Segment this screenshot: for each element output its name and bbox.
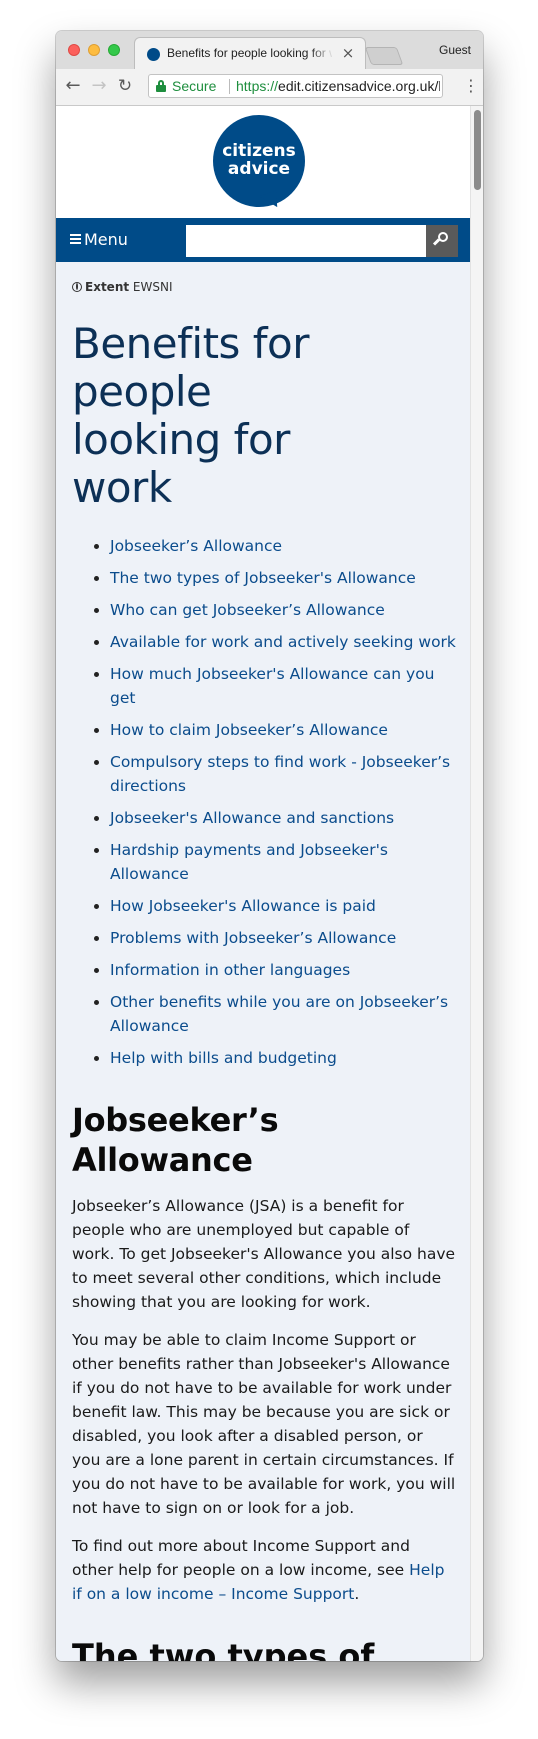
site-navbar: Menu <box>56 218 470 262</box>
toc-link[interactable]: Jobseeker's Allowance and sanctions <box>110 809 394 827</box>
favicon-icon <box>147 48 160 61</box>
logo-line-2: advice <box>227 159 291 179</box>
back-arrow-icon[interactable]: ← <box>62 75 84 97</box>
toc-link[interactable]: The two types of Jobseeker's Allowance <box>110 569 416 587</box>
toc-link[interactable]: Compulsory steps to find work - Jobseeke… <box>110 753 450 795</box>
toc-link[interactable]: How much Jobseeker's Allowance can you g… <box>110 665 435 707</box>
browser-toolbar: ← → ↻ Secure https://edit.citizensadvice… <box>56 69 483 106</box>
toc-link[interactable]: Help with bills and budgeting <box>110 1049 337 1067</box>
address-bar[interactable]: Secure https://edit.citizensadvice.org.u… <box>148 74 443 98</box>
extent-indicator: Extent EWSNI <box>72 280 456 296</box>
toc-item: How to claim Jobseeker’s Allowance <box>110 718 456 742</box>
lock-icon <box>156 80 166 92</box>
tab-title: Benefits for people looking for work <box>167 46 332 60</box>
page-title: Benefits for people looking for work <box>72 319 310 512</box>
tab-close-icon[interactable]: × <box>340 44 356 62</box>
toc-link[interactable]: Who can get Jobseeker’s Allowance <box>110 601 385 619</box>
toc-item: How much Jobseeker's Allowance can you g… <box>110 662 456 710</box>
extent-value: EWSNI <box>132 280 173 294</box>
citizens-advice-logo[interactable]: citizens advice <box>213 115 305 212</box>
close-window-button[interactable] <box>68 44 80 56</box>
toc-item: Information in other languages <box>110 958 456 982</box>
toc-item: Hardship payments and Jobseeker's Allowa… <box>110 838 456 886</box>
paragraph-text: . <box>354 1585 360 1603</box>
logo-line-1: citizens <box>222 141 296 161</box>
maximize-window-button[interactable] <box>108 44 120 56</box>
toc-item: Available for work and actively seeking … <box>110 630 456 654</box>
menu-button[interactable]: Menu <box>70 228 128 252</box>
hamburger-icon <box>70 234 81 244</box>
reload-icon[interactable]: ↻ <box>114 75 136 97</box>
extent-label: Extent <box>85 280 130 294</box>
toc-item: The two types of Jobseeker's Allowance <box>110 566 456 590</box>
toc-item: Help with bills and budgeting <box>110 1046 456 1070</box>
toc-link[interactable]: Available for work and actively seeking … <box>110 633 456 651</box>
site-header: citizens advice <box>56 106 470 218</box>
url-host: edit.citizensadvice.org.uk/benefits/... <box>278 78 440 94</box>
section-heading: Jobseeker’s Allowance <box>72 1101 279 1179</box>
url-scheme: https:// <box>236 78 279 94</box>
secure-label: Secure <box>172 78 217 94</box>
more-options-icon[interactable]: ⋮ <box>463 75 479 97</box>
paragraph-text: To find out more about Income Support an… <box>72 1537 410 1579</box>
scrollbar-thumb[interactable] <box>474 110 481 190</box>
globe-icon <box>72 282 82 292</box>
url-text[interactable]: https://edit.citizensadvice.org.uk/benef… <box>236 78 440 94</box>
forward-arrow-icon[interactable]: → <box>88 75 110 97</box>
tab-strip: Benefits for people looking for work × G… <box>56 31 483 70</box>
body-paragraph: Jobseeker’s Allowance (JSA) is a benefit… <box>72 1197 456 1311</box>
toc-item: Jobseeker's Allowance and sanctions <box>110 806 456 830</box>
toc-link[interactable]: Other benefits while you are on Jobseeke… <box>110 993 448 1035</box>
toc-item: How Jobseeker's Allowance is paid <box>110 894 456 918</box>
toc-item: Who can get Jobseeker’s Allowance <box>110 598 456 622</box>
toc-link[interactable]: Problems with Jobseeker’s Allowance <box>110 929 396 947</box>
search-input[interactable] <box>186 225 426 257</box>
body-paragraph: You may be able to claim Income Support … <box>72 1331 456 1517</box>
toc-item: Problems with Jobseeker’s Allowance <box>110 926 456 950</box>
new-tab-button[interactable] <box>364 47 404 65</box>
main-content: Extent EWSNI Benefits for people looking… <box>72 262 456 1661</box>
toc-item: Other benefits while you are on Jobseeke… <box>110 990 456 1038</box>
browser-tab-active[interactable]: Benefits for people looking for work × <box>134 37 366 69</box>
toc-item: Compulsory steps to find work - Jobseeke… <box>110 750 456 798</box>
toc-link[interactable]: Hardship payments and Jobseeker's Allowa… <box>110 841 388 883</box>
section-heading: The two types of <box>72 1637 375 1661</box>
table-of-contents: Jobseeker’s Allowance The two types of J… <box>72 534 456 1070</box>
search-button[interactable] <box>426 225 458 257</box>
minimize-window-button[interactable] <box>88 44 100 56</box>
toc-link[interactable]: How to claim Jobseeker’s Allowance <box>110 721 388 739</box>
menu-label: Menu <box>84 230 128 249</box>
body-paragraph: To find out more about Income Support an… <box>72 1534 456 1606</box>
toc-link[interactable]: Jobseeker’s Allowance <box>110 537 282 555</box>
toc-item: Jobseeker’s Allowance <box>110 534 456 558</box>
profile-label[interactable]: Guest <box>439 43 471 57</box>
toc-link[interactable]: Information in other languages <box>110 961 350 979</box>
browser-window: Benefits for people looking for work × G… <box>56 31 483 1661</box>
toc-link[interactable]: How Jobseeker's Allowance is paid <box>110 897 376 915</box>
page-viewport: citizens advice Menu Extent EWSNI Benefi… <box>56 106 470 1661</box>
scrollbar[interactable] <box>470 106 483 1661</box>
